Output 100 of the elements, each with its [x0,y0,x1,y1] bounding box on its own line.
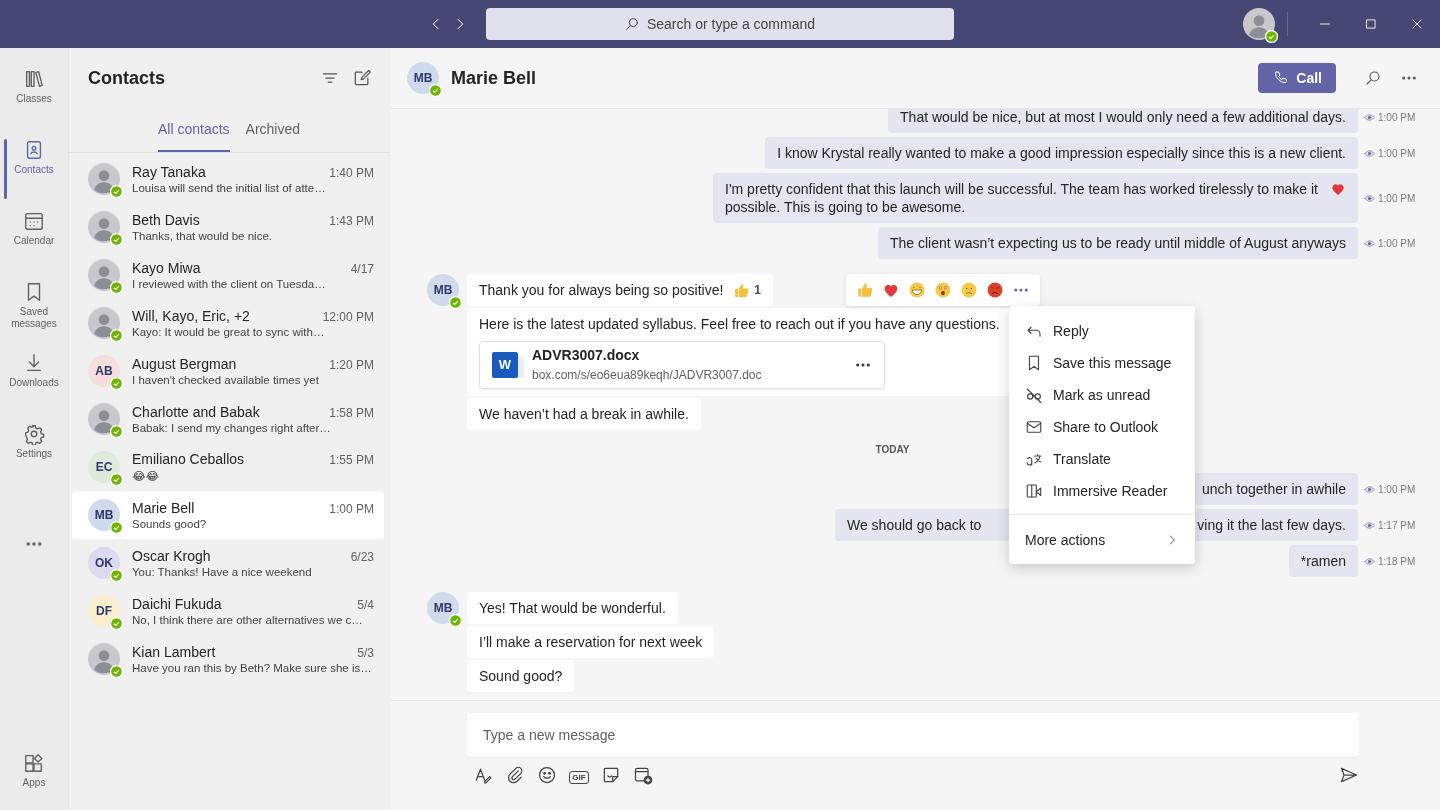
message-text: I know Krystal really wanted to make a good impression especially since this is a new client. [777,144,1346,162]
seen-icon [1364,192,1375,204]
reader-icon [1025,482,1043,500]
nav-item[interactable]: Downloads [0,352,68,423]
contact-item[interactable]: MB Marie Bell 1:00 PM Sounds good? [72,491,384,539]
avatar-silhouette [88,307,120,339]
angry-face-icon[interactable] [986,281,1004,299]
contact-name: Kian Lambert [132,644,216,660]
menu-item[interactable]: Save this message [1009,347,1195,379]
contact-name: Ray Tanaka [132,164,206,180]
nav-item[interactable]: Settings [0,423,68,494]
timestamp: 5/4 [357,598,374,612]
message-text: Thank you for always being so positive! [479,281,724,299]
sad-face-icon[interactable] [960,281,978,299]
surprised-face-icon[interactable] [934,281,952,299]
sticker-icon[interactable] [601,765,621,785]
contact-name: Oscar Krogh [132,548,211,564]
message-text: The client wasn’t expecting us to be ready until middle of August anyways [889,234,1346,252]
presence-icon [110,281,123,294]
message-text: I'm pretty confident that this launch will be successful. The team has worked tirelessly to make it possible. This is going to be awesome. [725,180,1319,216]
search-field[interactable]: Search or type a command [486,8,954,40]
contact-item[interactable]: Charlotte and Babak 1:58 PM Babak: I send my changes right after… [72,395,384,443]
search-icon[interactable] [1364,69,1382,87]
avatar-silhouette [88,259,120,291]
message-preview: Have you ran this by Beth? Make sure she is… [132,662,373,674]
nav-item[interactable]: Saved messages [0,281,68,352]
avatar: MB [427,274,459,306]
avatar: EC [88,451,120,483]
contact-name: Marie Bell [132,500,195,516]
menu-item[interactable]: Reply [1009,315,1195,347]
send-icon[interactable] [1339,765,1359,785]
presence-icon [110,569,123,582]
message-field[interactable]: Type a new message [467,713,1359,757]
call-button[interactable]: Call [1258,63,1336,93]
message-preview: Kayo: It would be great to sync with… [132,326,326,338]
contact-item[interactable]: DF Daichi Fukuda 5/4 No, I think there are other alternatives we c… [72,587,384,635]
menu-item[interactable]: Share to Outlook [1009,411,1195,443]
message-preview: I reviewed with the client on Tuesda… [132,278,327,290]
calendar-add-icon[interactable] [633,765,653,785]
file-link: box.com/s/eo6eua89keqh/JADVR3007.doc [532,367,763,384]
compose-icon[interactable] [352,68,372,88]
avatar: MB [88,499,120,531]
contact-item[interactable]: Ray Tanaka 1:40 PM Louisa will send the initial list of atte… [72,155,384,203]
gif-icon[interactable]: GIF [569,770,589,784]
emoji-icon[interactable] [537,765,557,785]
reaction-count: 1 [754,282,762,299]
contact-item[interactable]: Will, Kayo, Eric, +2 12:00 PM Kayo: It would be great to sync with… [72,299,384,347]
presence-icon [110,425,123,438]
contact-item[interactable]: EC Emiliano Ceballos 1:55 PM 😂😂 [72,443,384,491]
paperclip-icon[interactable] [505,765,525,785]
timestamp: 4/17 [350,262,374,276]
contact-item[interactable]: Kian Lambert 5/3 Have you ran this by Beth? Make sure she is… [72,635,384,683]
presence-icon [110,233,123,246]
menu-item[interactable]: Immersive Reader [1009,475,1195,507]
timestamp: 1:00 PM [329,502,374,516]
message-text: We haven’t had a break in awhile. [479,405,689,423]
contact-item[interactable]: AB August Bergman 1:20 PM I haven't checked available times yet [72,347,384,395]
contact-name: Charlotte and Babak [132,404,260,420]
contact-name: Daichi Fukuda [132,596,222,612]
books-icon [23,68,45,90]
thumbs-up-icon[interactable] [856,281,874,299]
timestamp: 1:20 PM [329,358,374,372]
mail-icon [1025,418,1043,436]
tab[interactable]: Archived [245,108,301,152]
contact-item[interactable]: OK Oscar Krogh 6/23 You: Thanks! Have a nice weekend [72,539,384,587]
timestamp: 12:00 PM [322,310,374,324]
apps-icon [23,752,45,774]
nav-item[interactable]: Classes [0,68,68,139]
presence-icon [110,329,123,342]
nav-item[interactable]: Calendar [0,210,68,281]
presence-icon [110,185,123,198]
avatar: OK [88,547,120,579]
menu-item[interactable]: Translate [1009,443,1195,475]
message-text: That would be nice, but at most I would only need a few additional days. [900,109,1346,126]
maximize-icon[interactable] [1364,17,1378,31]
nav-item[interactable]: Apps [0,752,68,810]
calendar-icon [23,210,45,232]
avatar: AB [88,355,120,387]
seen-icon [1364,555,1375,567]
timestamp: 1:18 PM [1378,555,1416,567]
avatar: DF [88,595,120,627]
timestamp: 1:40 PM [329,166,374,180]
close-icon[interactable] [1410,17,1424,31]
laughing-face-icon[interactable] [908,281,926,299]
timestamp: 1:55 PM [329,453,374,467]
format-icon[interactable] [473,765,493,785]
timestamp: 1:58 PM [329,406,374,420]
timestamp: 1:00 PM [1378,237,1416,249]
message-preview: Louisa will send the initial list of atte… [132,182,327,194]
contact-name: Emiliano Ceballos [132,451,245,467]
file-card[interactable]: W ADVR3007.docx box.com/s/eo6eua89keqh/JADVR3007.doc [479,341,885,389]
menu-item[interactable]: More actions [1009,522,1195,558]
nav-item[interactable]: Contacts [0,139,68,210]
presence-icon [110,521,123,534]
message-preview: No, I think there are other alternatives we c… [132,614,364,626]
contact-item[interactable]: Beth Davis 1:43 PM Thanks, that would be nice. [72,203,384,251]
presence-icon [1265,30,1278,43]
tab[interactable]: All contacts [157,108,230,152]
contact-item[interactable]: Kayo Miwa 4/17 I reviewed with the client on Tuesda… [72,251,384,299]
menu-item[interactable]: Mark as unread [1009,379,1195,411]
